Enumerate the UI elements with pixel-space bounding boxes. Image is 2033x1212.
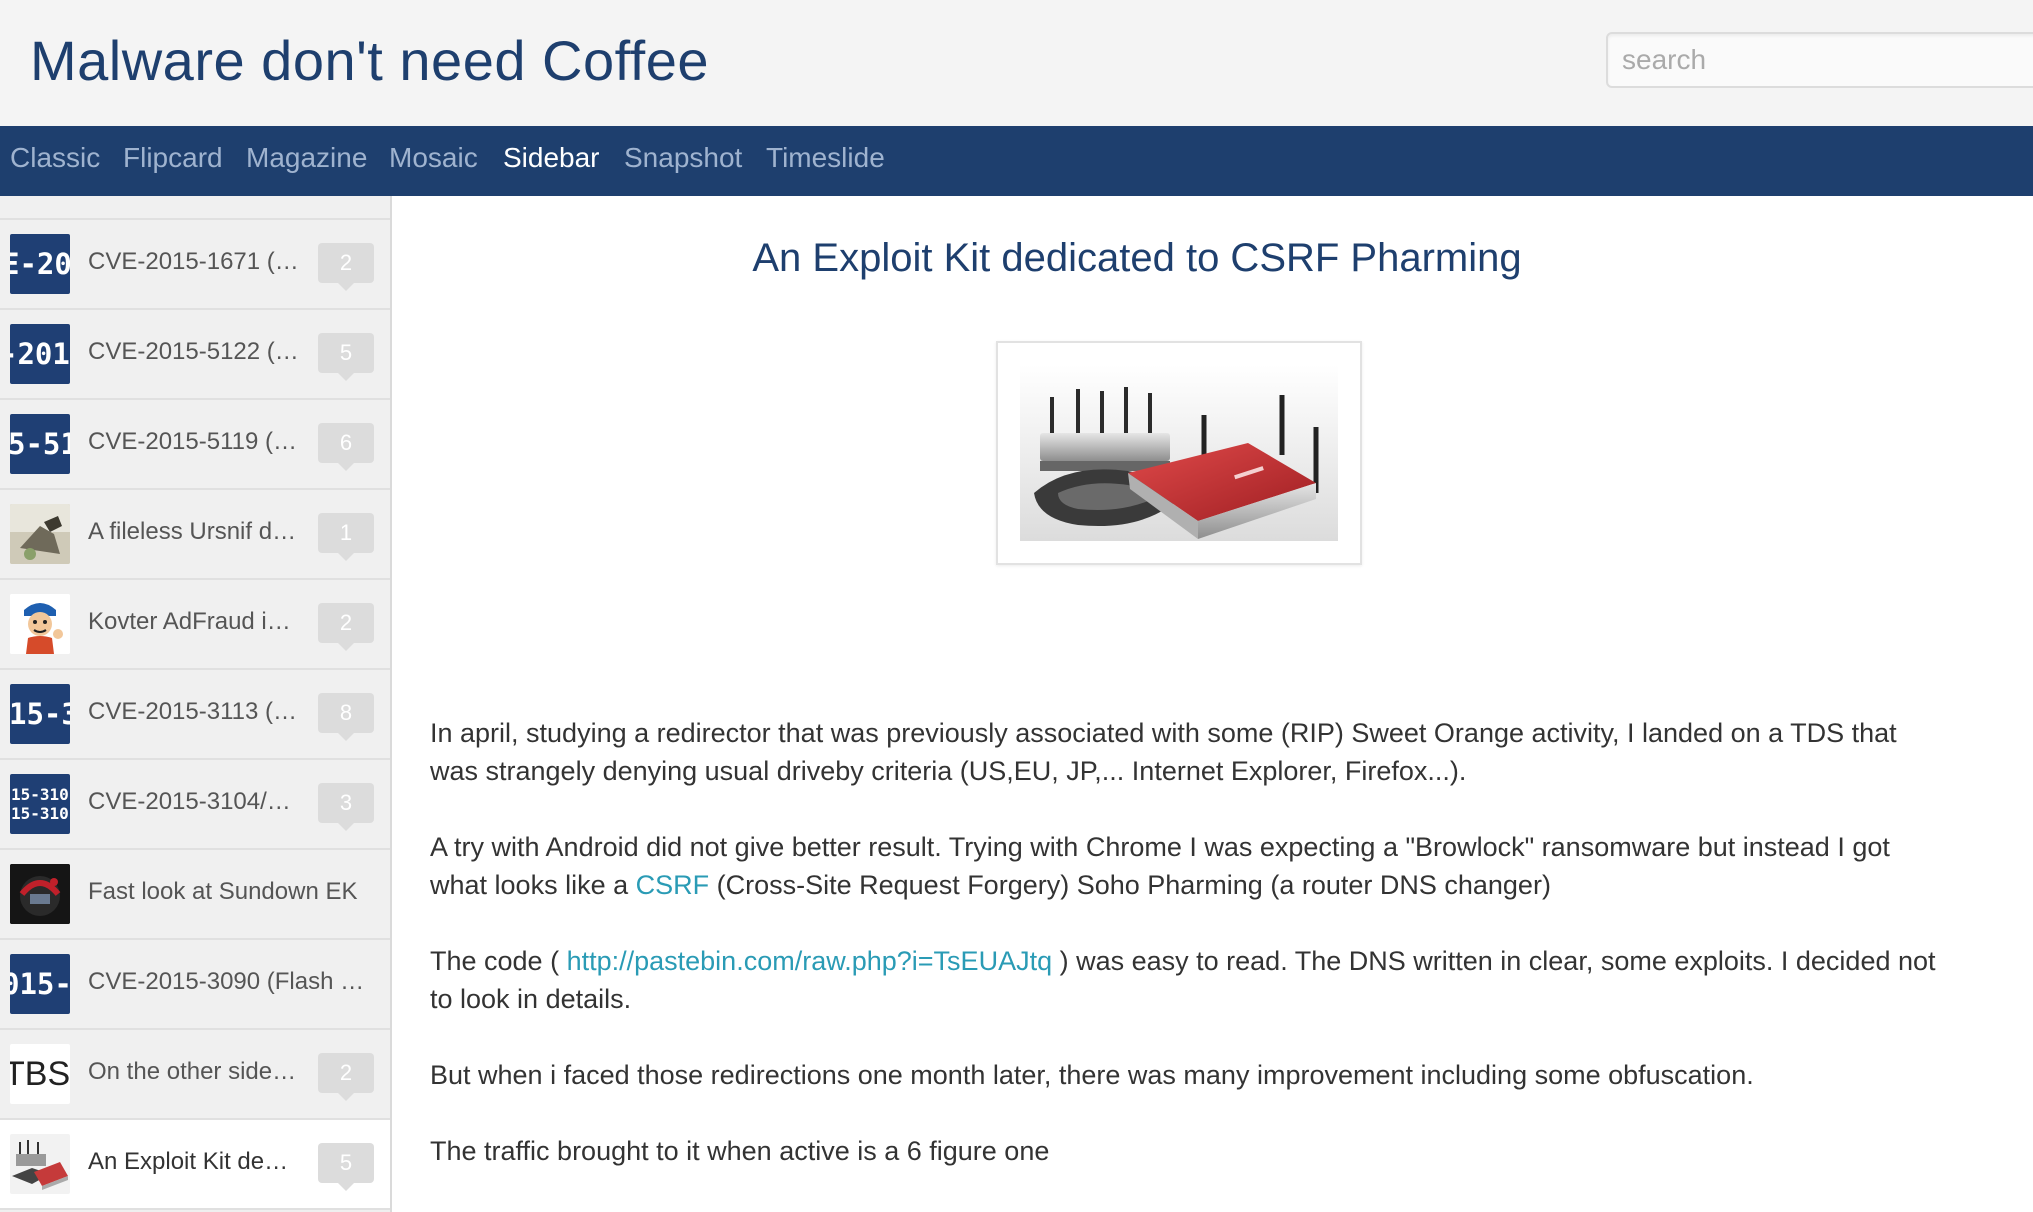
cve-thumbnail: 15-3 (10, 684, 70, 744)
list-item-title: CVE-2015-1671 (… (88, 248, 299, 275)
site-title[interactable]: Malware don't need Coffee (30, 28, 709, 93)
post-paragraph: A try with Android did not give better r… (430, 828, 1950, 904)
cve-thumbnail: 15-310 15-310 (10, 774, 70, 834)
list-item[interactable]: -201 CVE-2015-5122 (… 5 (0, 310, 390, 400)
site-header: Malware don't need Coffee (0, 0, 2033, 126)
nav-flipcard[interactable]: Flipcard (123, 142, 223, 174)
comment-count-badge: 5 (318, 333, 374, 381)
nav-magazine[interactable]: Magazine (246, 142, 367, 174)
list-item-active[interactable]: An Exploit Kit de… 5 (0, 1120, 390, 1210)
cve-thumbnail: 015-3 (10, 954, 70, 1014)
list-item[interactable]: E-201 CVE-2015-1671 (… 2 (0, 220, 390, 310)
post-paragraph: But when i faced those redirections one … (430, 1060, 1754, 1090)
comment-count-badge: 8 (318, 693, 374, 741)
list-item[interactable]: Fast look at Sundown EK (0, 850, 390, 940)
list-item[interactable]: 15-3 CVE-2015-3113 (… 8 (0, 670, 390, 760)
post-title[interactable]: An Exploit Kit dedicated to CSRF Pharmin… (392, 236, 1882, 281)
post-text: (Cross-Site Request Forgery) Soho Pharmi… (709, 870, 1551, 900)
comment-count-badge: 2 (318, 603, 374, 651)
comment-count-badge: 3 (318, 783, 374, 831)
post-text: The code ( (430, 946, 567, 976)
nav-mosaic[interactable]: Mosaic (389, 142, 478, 174)
list-item[interactable]: TBS On the other side… 2 (0, 1030, 390, 1120)
post-list-sidebar[interactable]: E-201 CVE-2015-1671 (… 2 -201 CVE-2015-5… (0, 196, 392, 1212)
post-paragraph: In april, studying a redirector that was… (430, 718, 1897, 786)
router-thumbnail (10, 1134, 70, 1194)
cartoon-man-thumbnail (10, 594, 70, 654)
list-item-title: A fileless Ursnif d… (88, 518, 297, 545)
list-item[interactable]: Kovter AdFraud i… 2 (0, 580, 390, 670)
comment-count-badge: 1 (318, 513, 374, 561)
list-item-title: CVE-2015-3090 (Flash … (88, 968, 365, 995)
csrf-link[interactable]: CSRF (636, 870, 710, 900)
list-item-partial[interactable] (0, 196, 390, 220)
post-paragraph: The code ( http://pastebin.com/raw.php?i… (430, 942, 1950, 1018)
helmet-thumbnail (10, 864, 70, 924)
list-item-title: Fast look at Sundown EK (88, 878, 358, 905)
list-item-title: CVE-2015-5122 (… (88, 338, 299, 365)
list-item-title: CVE-2015-5119 (… (88, 428, 297, 455)
list-item[interactable]: 015-3 CVE-2015-3090 (Flash … (0, 940, 390, 1030)
nav-sidebar[interactable]: Sidebar (503, 142, 600, 174)
nav-snapshot[interactable]: Snapshot (624, 142, 742, 174)
nav-timeslide[interactable]: Timeslide (766, 142, 885, 174)
cve-thumbnail: -201 (10, 324, 70, 384)
post-content: An Exploit Kit dedicated to CSRF Pharmin… (392, 196, 2033, 1212)
cve-thumbnail: 5-51 (10, 414, 70, 474)
list-item-title: CVE-2015-3104/… (88, 788, 291, 815)
search-input[interactable] (1606, 32, 2033, 88)
view-navbar: Classic Flipcard Magazine Mosaic Sidebar… (0, 126, 2033, 196)
comment-count-badge: 2 (318, 243, 374, 291)
list-item-title: An Exploit Kit de… (88, 1148, 289, 1175)
wall-photo-thumbnail (10, 504, 70, 564)
comment-count-badge: 2 (318, 1053, 374, 1101)
cve-thumbnail: E-201 (10, 234, 70, 294)
list-item[interactable]: 15-310 15-310 CVE-2015-3104/… 3 (0, 760, 390, 850)
pastebin-link[interactable]: http://pastebin.com/raw.php?i=TsEUAJtq (567, 946, 1053, 976)
tbs-thumbnail: TBS (10, 1044, 70, 1104)
comment-count-badge: 5 (318, 1143, 374, 1191)
nav-classic[interactable]: Classic (10, 142, 100, 174)
list-item-title: On the other side… (88, 1058, 297, 1085)
comment-count-badge: 6 (318, 423, 374, 471)
routers-image[interactable] (996, 341, 1362, 565)
list-item[interactable]: 5-51 CVE-2015-5119 (… 6 (0, 400, 390, 490)
post-paragraph: The traffic brought to it when active is… (430, 1136, 1050, 1166)
list-item[interactable]: A fileless Ursnif d… 1 (0, 490, 390, 580)
list-item-title: Kovter AdFraud i… (88, 608, 291, 635)
list-item-title: CVE-2015-3113 (… (88, 698, 297, 725)
